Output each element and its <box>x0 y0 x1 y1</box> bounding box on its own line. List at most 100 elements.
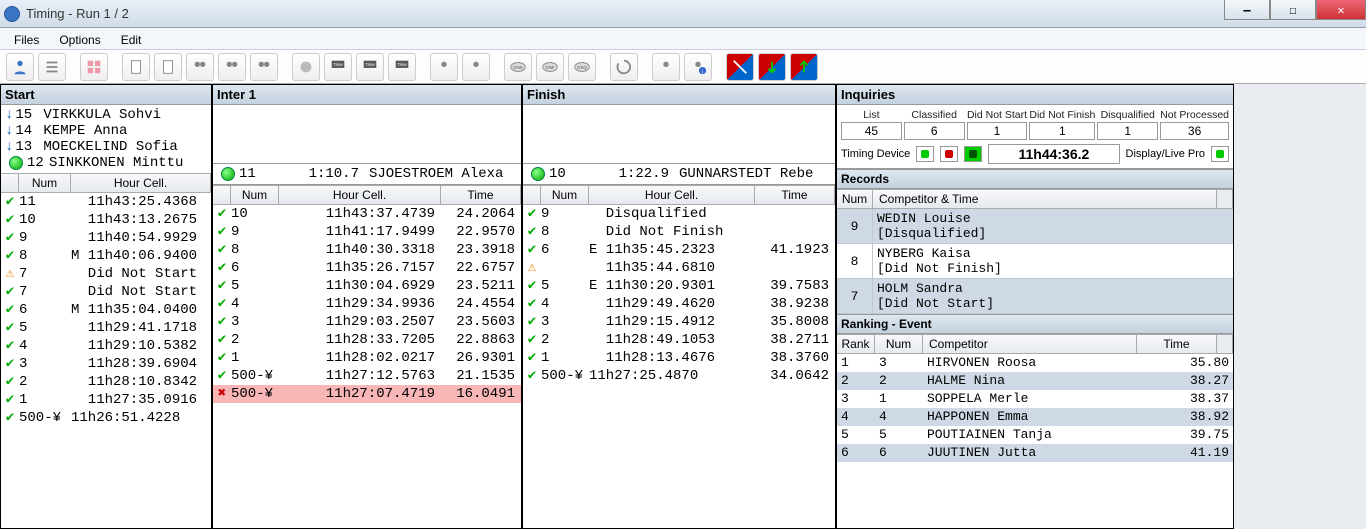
table-row[interactable]: ✔ 500-¥ 11h27:12.5763 21.1535 <box>213 367 521 385</box>
table-row[interactable]: ✔ 8 Did Not Finish <box>523 223 835 241</box>
col-time[interactable]: Time <box>1137 335 1217 353</box>
table-row[interactable]: ✔ 9 11h40:54.9929 <box>1 229 211 247</box>
table-row[interactable]: ✔ 6 E 11h35:45.2323 41.1923 <box>523 241 835 259</box>
tool-circle-icon[interactable] <box>292 53 320 81</box>
table-row[interactable]: ✖ 500-¥ 11h27:07.4719 16.0491 <box>213 385 521 403</box>
col-rank[interactable]: Rank <box>837 335 875 353</box>
record-row[interactable]: 9 WEDIN Louise[Disqualified] <box>837 209 1233 244</box>
table-row[interactable]: ✔ 5 E 11h30:20.9301 39.7583 <box>523 277 835 295</box>
table-row[interactable]: ✔ 7 Did Not Start <box>1 283 211 301</box>
tool-persons2-icon[interactable] <box>218 53 246 81</box>
stat-value: 1 <box>967 122 1028 140</box>
table-row[interactable]: ✔ 8 M 11h40:06.9400 <box>1 247 211 265</box>
ranking-row[interactable]: 2 2 HALME Nina 38.27 <box>837 372 1233 390</box>
table-row[interactable]: ✔ 3 11h28:39.6904 <box>1 355 211 373</box>
tool-flag-up-icon[interactable] <box>790 53 818 81</box>
col-num[interactable]: Num <box>541 186 589 204</box>
ranking-row[interactable]: 1 3 HIRVONEN Roosa 35.80 <box>837 354 1233 372</box>
tool-persons1-icon[interactable] <box>186 53 214 81</box>
table-row[interactable]: ✔ 3 11h29:03.2507 23.5603 <box>213 313 521 331</box>
tool-time3-icon[interactable]: Time <box>388 53 416 81</box>
ranking-row[interactable]: 4 4 HAPPONEN Emma 38.92 <box>837 408 1233 426</box>
menu-options[interactable]: Options <box>51 31 108 46</box>
table-row[interactable]: ✔ 2 11h28:10.8342 <box>1 373 211 391</box>
tool-list-icon[interactable] <box>38 53 66 81</box>
tool-flag-down-icon[interactable] <box>758 53 786 81</box>
col-num[interactable]: Num <box>837 190 873 208</box>
stat-label: List <box>841 109 902 121</box>
ranking-rows[interactable]: 1 3 HIRVONEN Roosa 35.80 2 2 HALME Nina … <box>837 354 1233 528</box>
ranking-row[interactable]: 6 6 JUUTINEN Jutta 41.19 <box>837 444 1233 462</box>
close-button[interactable]: ✕ <box>1316 0 1366 20</box>
table-row[interactable]: ✔ 500-¥ 11h27:25.4870 34.0642 <box>523 367 835 385</box>
minimize-button[interactable]: — <box>1224 0 1270 20</box>
tool-grid-icon[interactable] <box>80 53 108 81</box>
col-comp[interactable]: Competitor & Time <box>873 190 1217 208</box>
table-row[interactable]: ✔ 9 Disqualified <box>523 205 835 223</box>
col-num[interactable]: Num <box>875 335 923 353</box>
table-row[interactable]: ✔ 500-¥ 11h26:51.4228 <box>1 409 211 427</box>
tool-time1-icon[interactable]: Time <box>324 53 352 81</box>
finish-rows[interactable]: ✔ 9 Disqualified ✔ 8 Did Not Finish ✔ 6 … <box>523 205 835 528</box>
table-row[interactable]: ✔ 4 11h29:34.9936 24.4554 <box>213 295 521 313</box>
table-row[interactable]: ✔ 1 11h27:35.0916 <box>1 391 211 409</box>
table-row[interactable]: ✔ 8 11h40:30.3318 23.3918 <box>213 241 521 259</box>
table-row[interactable]: ✔ 10 11h43:13.2675 <box>1 211 211 229</box>
record-row[interactable]: 7 HOLM Sandra[Did Not Start] <box>837 279 1233 314</box>
tool-doc1-icon[interactable] <box>122 53 150 81</box>
ranking-header: Ranking - Event <box>837 314 1233 334</box>
table-row[interactable]: ✔ 6 M 11h35:04.0400 <box>1 301 211 319</box>
table-row[interactable]: ✔ 4 11h29:10.5382 <box>1 337 211 355</box>
col-comp[interactable]: Competitor <box>923 335 1137 353</box>
ranking-row[interactable]: 5 5 POUTIAINEN Tanja 39.75 <box>837 426 1233 444</box>
tool-dnf-icon[interactable]: DNF <box>536 53 564 81</box>
maximize-button[interactable]: ☐ <box>1270 0 1316 20</box>
table-row[interactable]: ✔ 5 11h30:04.6929 23.5211 <box>213 277 521 295</box>
table-row[interactable]: ✔ 4 11h29:49.4620 38.9238 <box>523 295 835 313</box>
table-row[interactable]: ✔ 9 11h41:17.9499 22.9570 <box>213 223 521 241</box>
col-time[interactable]: Time <box>755 186 835 204</box>
tool-flag-red-icon[interactable] <box>726 53 754 81</box>
menu-edit[interactable]: Edit <box>113 31 150 46</box>
col-hour[interactable]: Hour Cell. <box>279 186 441 204</box>
tool-info-icon[interactable]: i <box>684 53 712 81</box>
tool-dns-icon[interactable]: DNS <box>504 53 532 81</box>
table-row[interactable]: ✔ 11 11h43:25.4368 <box>1 193 211 211</box>
tool-dsq-icon[interactable]: DSQ <box>568 53 596 81</box>
menubar: Files Options Edit <box>0 28 1366 50</box>
table-row[interactable]: ✔ 2 11h28:33.7205 22.8863 <box>213 331 521 349</box>
display-led[interactable] <box>1211 146 1229 162</box>
table-row[interactable]: ✔ 2 11h28:49.1053 38.2711 <box>523 331 835 349</box>
table-row[interactable]: ✔ 1 11h28:02.0217 26.9301 <box>213 349 521 367</box>
records-rows[interactable]: 9 WEDIN Louise[Disqualified] 8 NYBERG Ka… <box>837 209 1233 314</box>
tool-time2-icon[interactable]: Time <box>356 53 384 81</box>
tool-refresh-icon[interactable] <box>610 53 638 81</box>
tool-p2-icon[interactable] <box>462 53 490 81</box>
timing-led-2[interactable] <box>940 146 958 162</box>
svg-text:i: i <box>702 69 703 75</box>
table-row[interactable]: ✔ 10 11h43:37.4739 24.2064 <box>213 205 521 223</box>
menu-files[interactable]: Files <box>6 31 47 46</box>
table-row[interactable]: ⚠ 7 Did Not Start <box>1 265 211 283</box>
record-row[interactable]: 8 NYBERG Kaisa[Did Not Finish] <box>837 244 1233 279</box>
col-num[interactable]: Num <box>19 174 71 192</box>
table-row[interactable]: ⚠ 11h35:44.6810 <box>523 259 835 277</box>
table-row[interactable]: ✔ 5 11h29:41.1718 <box>1 319 211 337</box>
timing-led-3[interactable] <box>964 146 982 162</box>
tool-person-icon[interactable] <box>6 53 34 81</box>
table-row[interactable]: ✔ 1 11h28:13.4676 38.3760 <box>523 349 835 367</box>
col-hour[interactable]: Hour Cell. <box>71 174 211 192</box>
tool-p3-icon[interactable] <box>652 53 680 81</box>
ranking-row[interactable]: 3 1 SOPPELA Merle 38.37 <box>837 390 1233 408</box>
tool-persons3-icon[interactable] <box>250 53 278 81</box>
tool-p1-icon[interactable] <box>430 53 458 81</box>
table-row[interactable]: ✔ 3 11h29:15.4912 35.8008 <box>523 313 835 331</box>
tool-doc2-icon[interactable] <box>154 53 182 81</box>
inter-rows[interactable]: ✔ 10 11h43:37.4739 24.2064 ✔ 9 11h41:17.… <box>213 205 521 528</box>
timing-led-1[interactable] <box>916 146 934 162</box>
col-num[interactable]: Num <box>231 186 279 204</box>
col-hour[interactable]: Hour Cell. <box>589 186 755 204</box>
col-time[interactable]: Time <box>441 186 521 204</box>
table-row[interactable]: ✔ 6 11h35:26.7157 22.6757 <box>213 259 521 277</box>
start-rows[interactable]: ✔ 11 11h43:25.4368 ✔ 10 11h43:13.2675 ✔ … <box>1 193 211 528</box>
